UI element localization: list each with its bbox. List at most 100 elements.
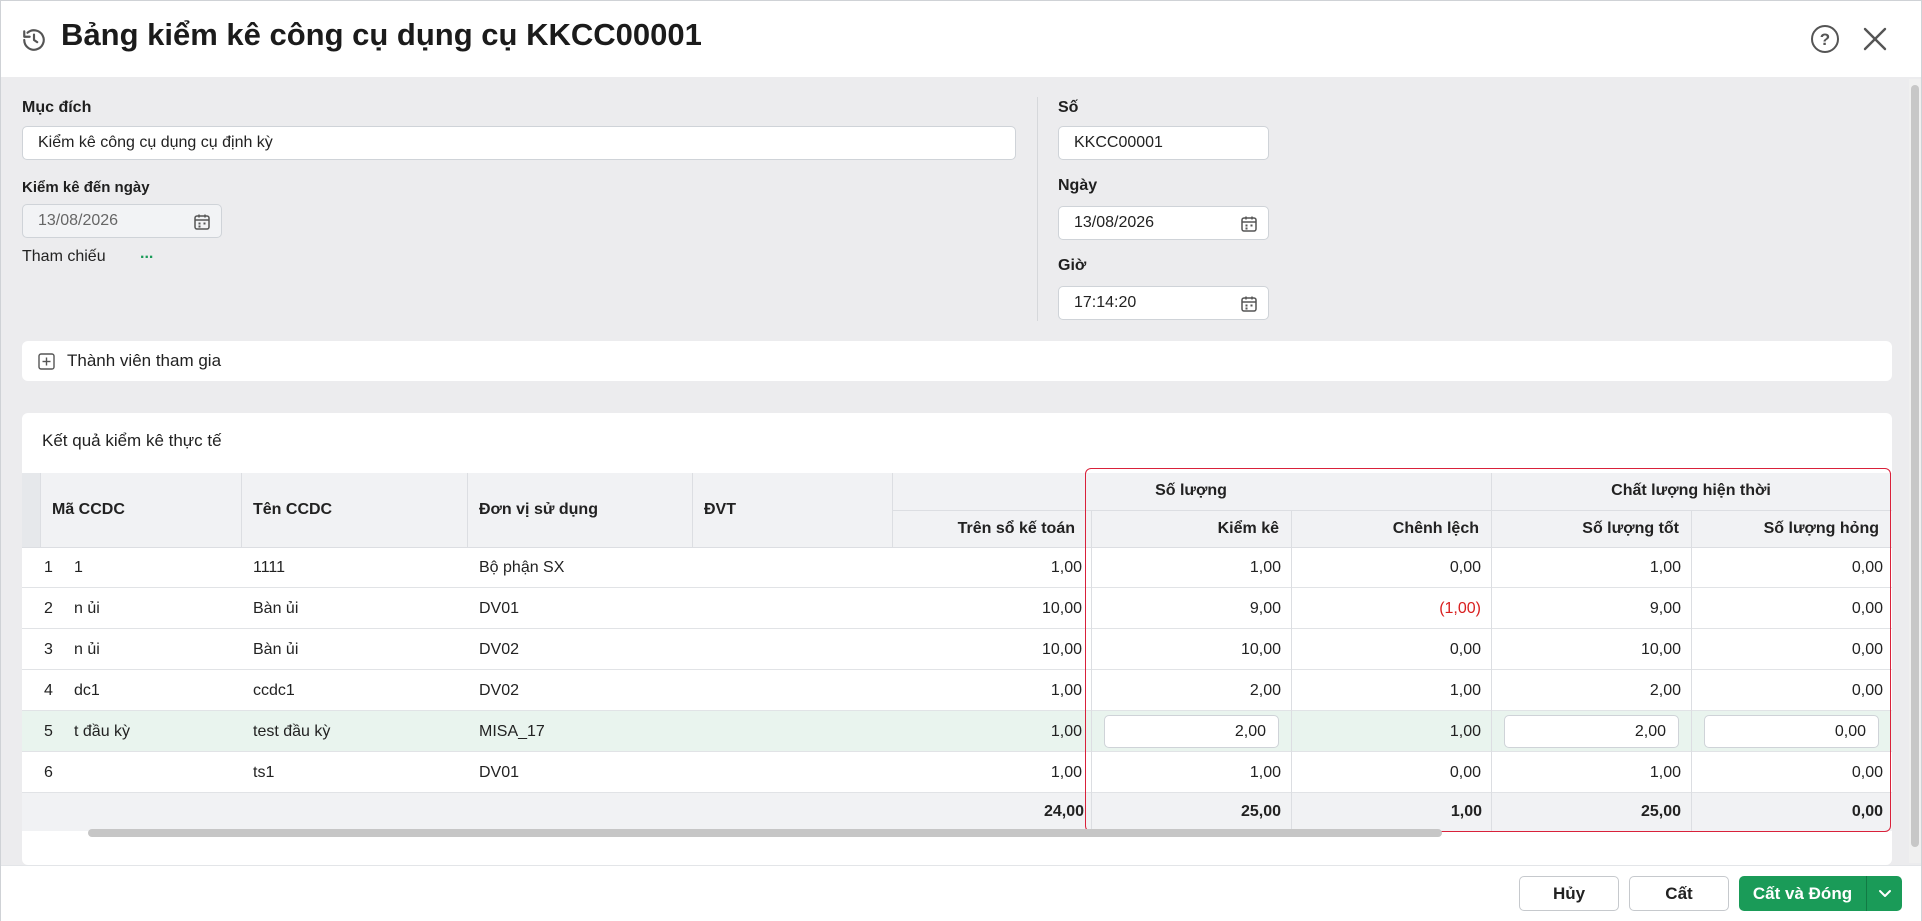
header-diff[interactable]: Chênh lệch [1291, 511, 1491, 547]
cell-dept[interactable]: Bộ phận SX [479, 547, 679, 588]
expand-plus-icon[interactable] [38, 353, 55, 370]
cell-counted[interactable]: 10,00 [1091, 629, 1281, 670]
header-divider [1091, 511, 1092, 547]
header-uom[interactable]: ĐVT [692, 473, 892, 547]
table-row[interactable]: 1 1 1111 Bộ phận SX 1,00 1,00 0,00 1,00 … [22, 547, 1892, 588]
cell-good[interactable]: 2,00 [1491, 670, 1681, 711]
table-row[interactable]: 6 ts1 DV01 1,00 1,00 0,00 1,00 0,00 [22, 752, 1892, 793]
number-input[interactable]: KKCC00001 [1058, 126, 1269, 160]
cell-good[interactable]: 1,00 [1491, 547, 1681, 588]
cell-broken[interactable]: 0,00 [1691, 670, 1883, 711]
total-diff: 1,00 [1450, 803, 1482, 820]
date-field[interactable]: 13/08/2026 [1058, 206, 1269, 240]
header-good[interactable]: Số lượng tốt [1491, 511, 1691, 547]
cell-diff: (1,00) [1439, 600, 1481, 617]
total-broken: 0,00 [1851, 803, 1883, 820]
cell-broken[interactable]: 0,00 [1691, 629, 1883, 670]
header-dept[interactable]: Đơn vị sử dụng [467, 473, 692, 547]
save-and-close-button[interactable]: Cất và Đóng [1739, 876, 1866, 911]
cell-name[interactable]: Bàn ủi [253, 588, 453, 629]
cell-code[interactable]: n ủi [74, 629, 234, 670]
header-divider [241, 473, 242, 547]
close-icon[interactable] [1861, 25, 1889, 53]
column-divider [1091, 547, 1092, 831]
cell-code[interactable]: 1 [74, 547, 234, 588]
purpose-label: Mục đích [22, 99, 92, 116]
cell-code[interactable]: n ủi [74, 588, 234, 629]
header-book[interactable]: Trên sổ kế toán [892, 511, 1087, 547]
cell-counted[interactable]: 1,00 [1091, 752, 1281, 793]
header-divider [1491, 473, 1492, 547]
cell-name[interactable]: 1111 [253, 547, 453, 588]
cell-good[interactable]: 1,00 [1491, 752, 1681, 793]
cell-counted[interactable]: 2,00 [1091, 670, 1281, 711]
cell-counted[interactable]: 9,00 [1091, 588, 1281, 629]
cell-dept[interactable]: MISA_17 [479, 711, 679, 752]
table-row[interactable]: 2 n ủi Bàn ủi DV01 10,00 9,00 (1,00) 9,0… [22, 588, 1892, 629]
time-field[interactable]: 17:14:20 [1058, 286, 1269, 320]
history-icon[interactable] [21, 27, 47, 53]
inventory-date-field[interactable]: 13/08/2026 [22, 204, 222, 238]
cell-dept[interactable]: DV02 [479, 629, 679, 670]
header-counted[interactable]: Kiểm kê [1091, 511, 1291, 547]
cancel-button[interactable]: Hủy [1519, 876, 1619, 911]
row-number: 2 [44, 600, 53, 617]
cell-good[interactable]: 10,00 [1491, 629, 1681, 670]
cell-uom[interactable] [704, 752, 884, 793]
purpose-input[interactable]: Kiểm kê công cụ dụng cụ định kỳ [22, 126, 1016, 160]
cell-uom[interactable] [704, 629, 884, 670]
cell-dept[interactable]: DV02 [479, 670, 679, 711]
cell-book: 1,00 [1050, 764, 1082, 781]
cell-book: 1,00 [1050, 559, 1082, 576]
svg-text:?: ? [1820, 30, 1830, 49]
broken-input[interactable]: 0,00 [1704, 715, 1879, 748]
cell-code[interactable]: t đầu kỳ [74, 711, 234, 752]
save-options-dropdown[interactable] [1866, 876, 1902, 911]
cell-uom[interactable] [704, 547, 884, 588]
cell-name[interactable]: test đầu kỳ [253, 711, 453, 752]
good-input[interactable]: 2,00 [1504, 715, 1679, 748]
cell-code[interactable]: dc1 [74, 670, 234, 711]
cell-diff: 0,00 [1449, 641, 1481, 658]
header-divider [1291, 511, 1292, 547]
members-panel[interactable]: Thành viên tham gia [22, 341, 1892, 381]
counted-input[interactable]: 2,00 [1104, 715, 1279, 748]
cell-uom[interactable] [704, 588, 884, 629]
cell-name[interactable]: ccdc1 [253, 670, 453, 711]
header-divider [892, 473, 893, 547]
header-code[interactable]: Mã CCDC [40, 473, 241, 547]
calendar-icon[interactable] [193, 213, 211, 231]
calendar-icon[interactable] [1240, 295, 1258, 313]
save-button[interactable]: Cất [1629, 876, 1729, 911]
cell-name[interactable]: ts1 [253, 752, 453, 793]
cell-dept[interactable]: DV01 [479, 752, 679, 793]
cell-counted[interactable]: 1,00 [1091, 547, 1281, 588]
cell-good[interactable]: 9,00 [1491, 588, 1681, 629]
totals-row: 24,00 25,00 1,00 25,00 0,00 [22, 793, 1892, 831]
table-row[interactable]: 4 dc1 ccdc1 DV02 1,00 2,00 1,00 2,00 0,0… [22, 670, 1892, 711]
help-icon[interactable]: ? [1809, 23, 1841, 55]
cell-broken[interactable]: 0,00 [1691, 588, 1883, 629]
header-broken[interactable]: Số lượng hỏng [1691, 511, 1891, 547]
table-row-active[interactable]: 5 t đầu kỳ test đầu kỳ MISA_17 1,00 2,00… [22, 711, 1892, 752]
cell-dept[interactable]: DV01 [479, 588, 679, 629]
vertical-scrollbar-thumb[interactable] [1911, 85, 1919, 847]
cell-uom[interactable] [704, 711, 884, 752]
cell-code[interactable] [74, 752, 234, 793]
column-divider [1691, 547, 1692, 831]
calendar-icon[interactable] [1240, 215, 1258, 233]
cell-name[interactable]: Bàn ủi [253, 629, 453, 670]
page-title: Bảng kiểm kê công cụ dụng cụ KKCC00001 [61, 17, 702, 52]
inventory-date-label: Kiểm kê đến ngày [22, 179, 150, 196]
cell-broken[interactable]: 0,00 [1691, 547, 1883, 588]
header-name[interactable]: Tên CCDC [241, 473, 467, 547]
reference-more-button[interactable]: ... [140, 245, 153, 263]
cell-broken[interactable]: 0,00 [1691, 752, 1883, 793]
cell-diff: 0,00 [1449, 764, 1481, 781]
horizontal-scrollbar[interactable] [88, 829, 1442, 837]
table-row[interactable]: 3 n ủi Bàn ủi DV02 10,00 10,00 0,00 10,0… [22, 629, 1892, 670]
cell-uom[interactable] [704, 670, 884, 711]
cell-book: 10,00 [1041, 641, 1082, 658]
header-divider [892, 510, 1892, 511]
header-divider [692, 473, 693, 547]
